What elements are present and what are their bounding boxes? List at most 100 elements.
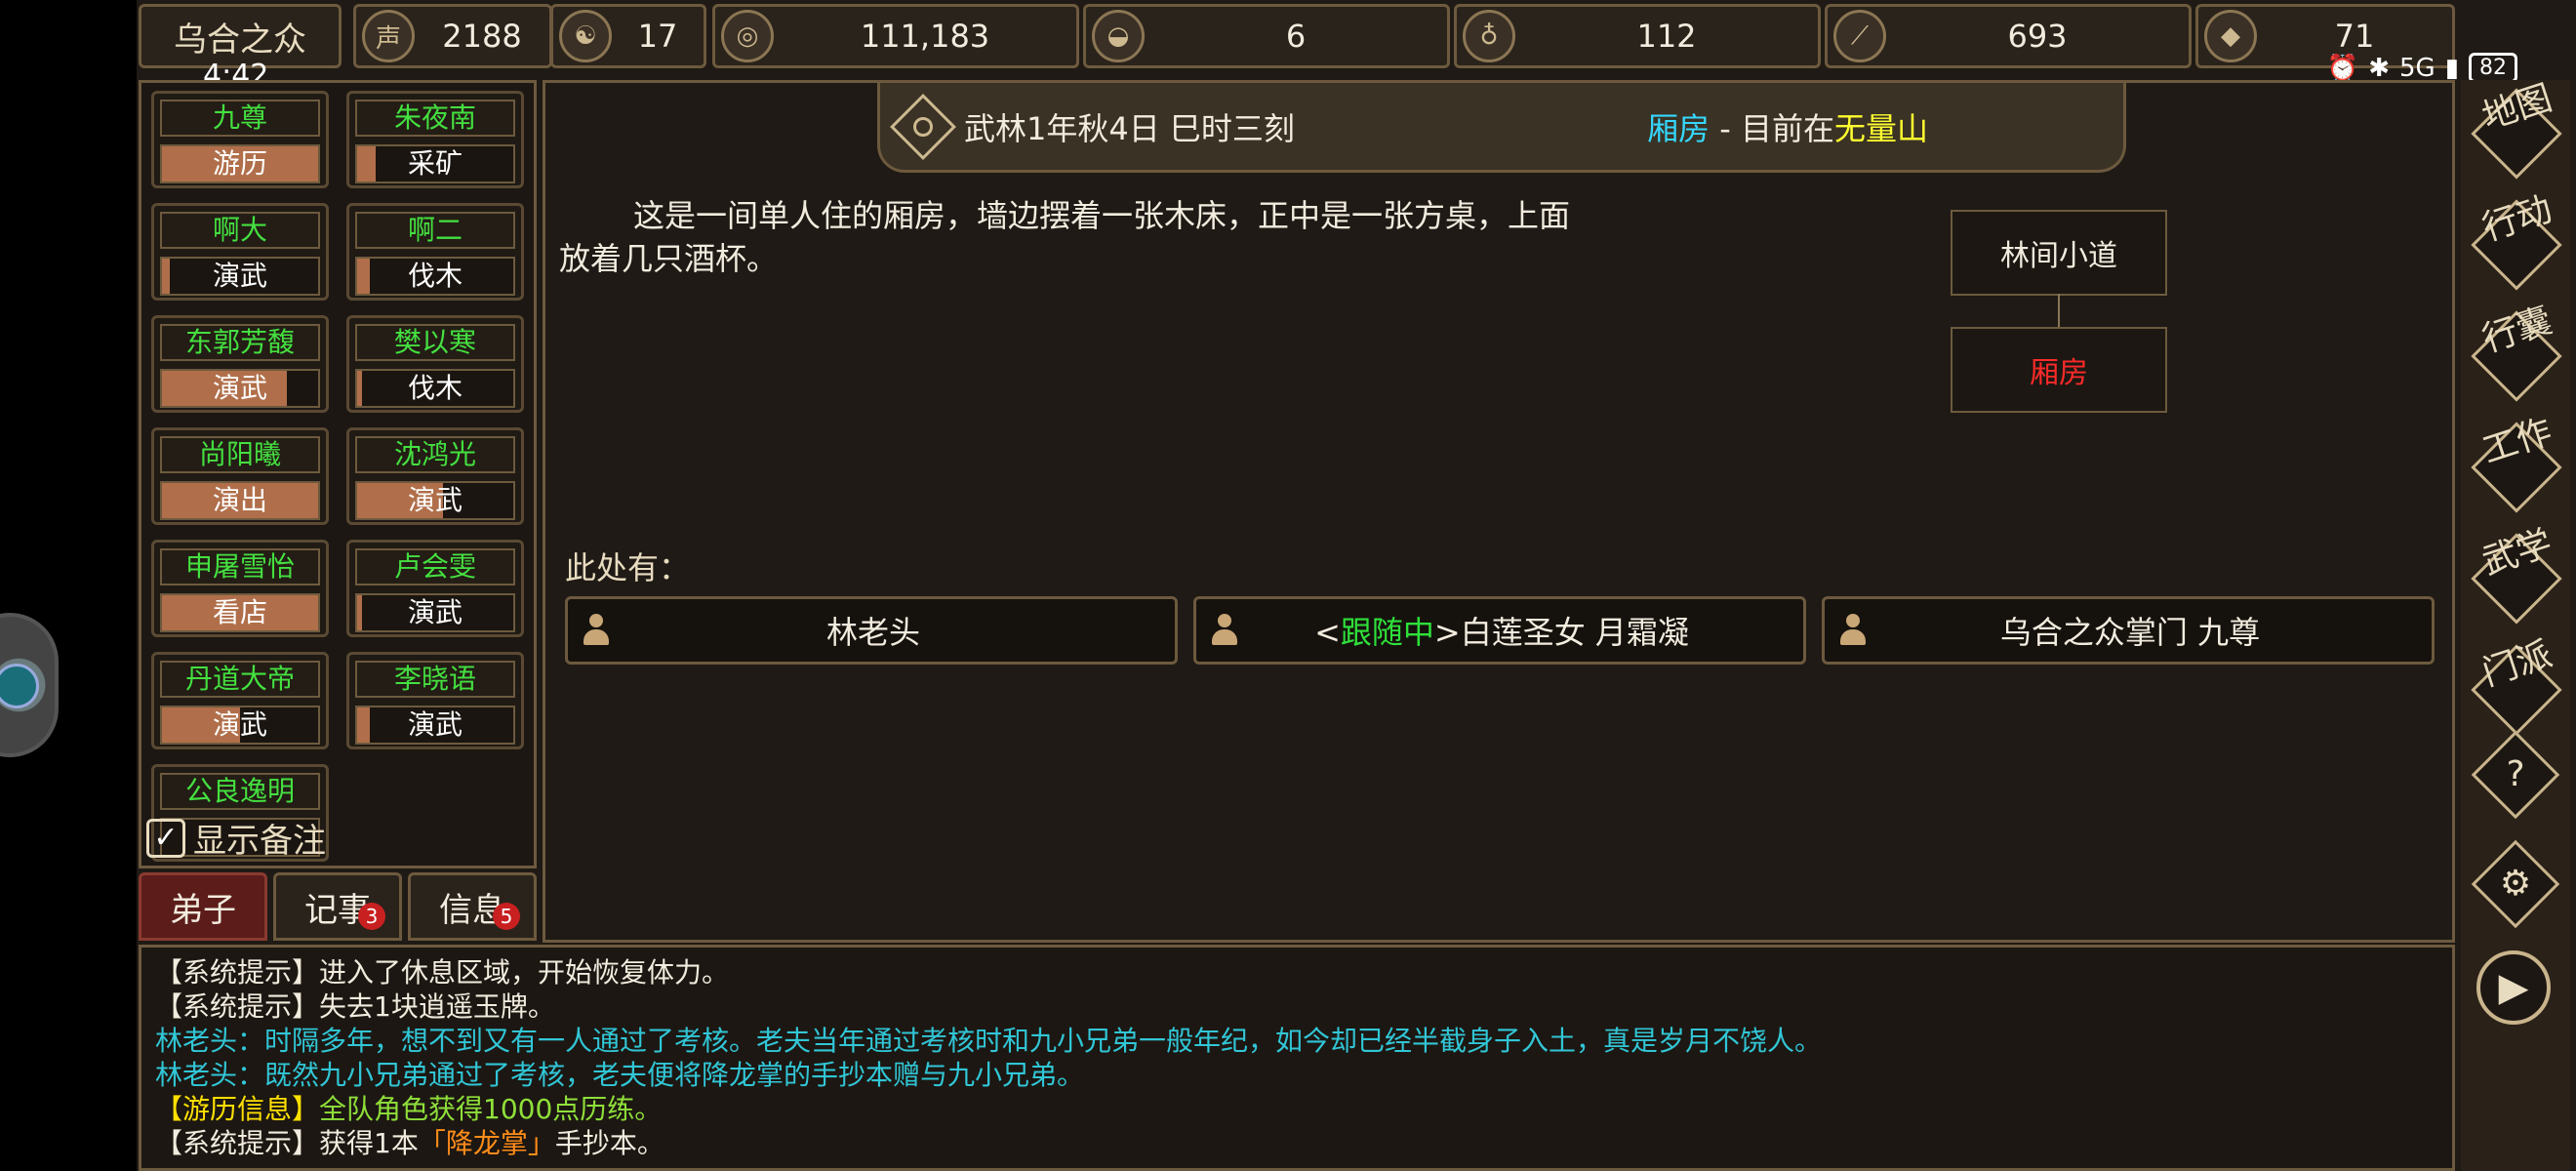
log-text: 手抄本。 [554, 1127, 664, 1159]
disciple-name: 丹道大帝 [160, 661, 320, 698]
task-label: 演武 [407, 708, 463, 741]
notification-badge: 5 [493, 903, 520, 930]
npc-button[interactable]: 林老头 [565, 596, 1178, 665]
log-tag: 【系统提示】 [155, 990, 320, 1023]
disciple-task: 游历 [160, 144, 320, 183]
status-icons: ⏰ ✱ 5G ▮ 82 [2327, 53, 2517, 83]
resource-value: 693 [2007, 18, 2068, 55]
current-location: 厢房 - 目前在无量山 [1647, 104, 1928, 149]
log-line: 【系统提示】失去1块逍遥玉牌。 [155, 989, 2438, 1024]
tab-disciples[interactable]: 弟子 [139, 872, 267, 941]
resource-yin-yang[interactable]: ☯ 17 [550, 4, 706, 68]
task-label: 演武 [407, 596, 463, 628]
show-notes-toggle[interactable]: ✓ 显示备注 [146, 814, 326, 862]
npc-button[interactable]: 乌合之众掌门 九尊 [1822, 596, 2435, 665]
main-scene-panel: 武林1年秋4日 巳时三刻 厢房 - 目前在无量山 这是一间单人住的厢房，墙边摆着… [543, 80, 2455, 943]
disciple-card[interactable]: 樊以寒 伐木 [346, 315, 524, 413]
task-progress-fill [162, 259, 170, 294]
tab-records[interactable]: 记事 3 [273, 872, 402, 941]
disciple-task: 演武 [160, 706, 320, 745]
log-item: 「降龙掌」 [418, 1127, 555, 1159]
disciple-task: 演武 [160, 369, 320, 408]
play-icon: ▶ [2498, 965, 2529, 1010]
disciple-card[interactable]: 尚阳曦 演出 [151, 427, 329, 525]
disciple-task: 采矿 [355, 144, 515, 183]
task-progress-fill [357, 259, 370, 294]
resource-gourd[interactable]: ♁ 112 [1454, 4, 1821, 68]
message-log[interactable]: 【系统提示】进入了休息区域，开始恢复体力。 【系统提示】失去1块逍遥玉牌。 林老头：… [139, 945, 2455, 1171]
resource-rice-bowl[interactable]: ◒ 6 [1083, 4, 1450, 68]
here-label: 此处有： [565, 549, 691, 586]
location-separator: - 目前在 [1710, 109, 1834, 147]
disciple-name: 啊大 [160, 212, 320, 249]
npc-label: 林老头 [611, 608, 1175, 653]
disciple-name: 东郭芳馥 [160, 324, 320, 361]
task-label: 游历 [212, 147, 267, 180]
task-label: 看店 [212, 596, 267, 628]
task-progress-fill [357, 595, 362, 630]
log-tag: 【游历信息】 [155, 1093, 320, 1125]
disciple-card[interactable]: 申屠雪怡 看店 [151, 540, 329, 637]
battery-indicator: 82 [2469, 53, 2517, 83]
disciple-card[interactable]: 卢会雯 演武 [346, 540, 524, 637]
disciple-name: 卢会雯 [355, 548, 515, 586]
timber-icon: ⟋ [1833, 10, 1886, 62]
disciple-name: 公良逸明 [160, 773, 320, 810]
log-text: 林老头：时隔多年，想不到又有一人通过了考核。老夫当年通过考核时和九小兄弟一般年纪… [155, 1025, 1823, 1057]
tab-messages[interactable]: 信息 5 [408, 872, 537, 941]
disciple-name: 朱夜南 [355, 100, 515, 137]
room-description: 这是一间单人住的厢房，墙边摆着一张木床，正中是一张方桌，上面放着几只酒杯。 [559, 197, 1571, 277]
disciple-card[interactable]: 东郭芳馥 演武 [151, 315, 329, 413]
show-notes-label: 显示备注 [193, 822, 326, 861]
location-header: 武林1年秋4日 巳时三刻 厢房 - 目前在无量山 [877, 83, 2126, 173]
map-connector [2058, 294, 2060, 327]
disciple-card[interactable]: 李晓语 演武 [346, 652, 524, 749]
disciple-card[interactable]: 啊大 演武 [151, 203, 329, 301]
resource-prestige[interactable]: 声 2188 [353, 4, 552, 68]
task-label: 演武 [212, 372, 267, 404]
resource-timber[interactable]: ⟋ 693 [1825, 4, 2192, 68]
disciple-card[interactable]: 九尊 游历 [151, 91, 329, 188]
map-node-north[interactable]: 林间小道 [1951, 210, 2167, 296]
task-label: 伐木 [407, 372, 463, 404]
log-text: 失去1块逍遥玉牌。 [319, 990, 555, 1023]
npc-name: 乌合之众掌门 九尊 [1999, 614, 2261, 651]
disciple-name: 啊二 [355, 212, 515, 249]
task-progress-fill [357, 371, 362, 406]
sect-name: 乌合之众 [174, 20, 306, 60]
npc-button[interactable]: <跟随中>白莲圣女 月霜凝 [1193, 596, 1806, 665]
log-line: 林老头：时隔多年，想不到又有一人通过了考核。老夫当年通过考核时和九小兄弟一般年纪… [155, 1024, 2438, 1058]
disciple-task: 演武 [355, 593, 515, 632]
log-line: 【游历信息】全队角色获得1000点历练。 [155, 1092, 2438, 1126]
task-label: 演武 [212, 260, 267, 292]
disciple-task: 演武 [355, 481, 515, 520]
npc-prefix: < [1314, 614, 1341, 651]
prestige-icon: 声 [362, 10, 415, 62]
disciple-task: 演出 [160, 481, 320, 520]
floating-assist-button[interactable] [0, 613, 59, 757]
tab-label: 弟子 [170, 890, 236, 930]
disciple-name: 樊以寒 [355, 324, 515, 361]
disciple-card[interactable]: 沈鸿光 演武 [346, 427, 524, 525]
disciple-card[interactable]: 朱夜南 采矿 [346, 91, 524, 188]
play-button[interactable]: ▶ [2476, 950, 2551, 1025]
disciple-card[interactable]: 啊二 伐木 [346, 203, 524, 301]
person-icon [1210, 614, 1239, 647]
resource-value: 17 [637, 18, 678, 55]
assist-icon [0, 664, 39, 708]
task-label: 演武 [212, 708, 267, 741]
map-node-label: 厢房 [2030, 356, 2088, 390]
npc-label: <跟随中>白莲圣女 月霜凝 [1239, 608, 1803, 653]
person-icon [582, 614, 611, 647]
map-node-current[interactable]: 厢房 [1951, 327, 2167, 413]
task-label: 伐木 [407, 260, 463, 292]
disciple-task: 伐木 [355, 369, 515, 408]
disciple-name: 申屠雪怡 [160, 548, 320, 586]
npc-name: 林老头 [825, 614, 920, 651]
disciple-name: 尚阳曦 [160, 436, 320, 473]
disciple-name: 李晓语 [355, 661, 515, 698]
notification-badge: 3 [358, 903, 385, 930]
ore-icon: ◆ [2204, 10, 2257, 62]
disciple-card[interactable]: 丹道大帝 演武 [151, 652, 329, 749]
resource-coin[interactable]: ◎ 111,183 [712, 4, 1079, 68]
